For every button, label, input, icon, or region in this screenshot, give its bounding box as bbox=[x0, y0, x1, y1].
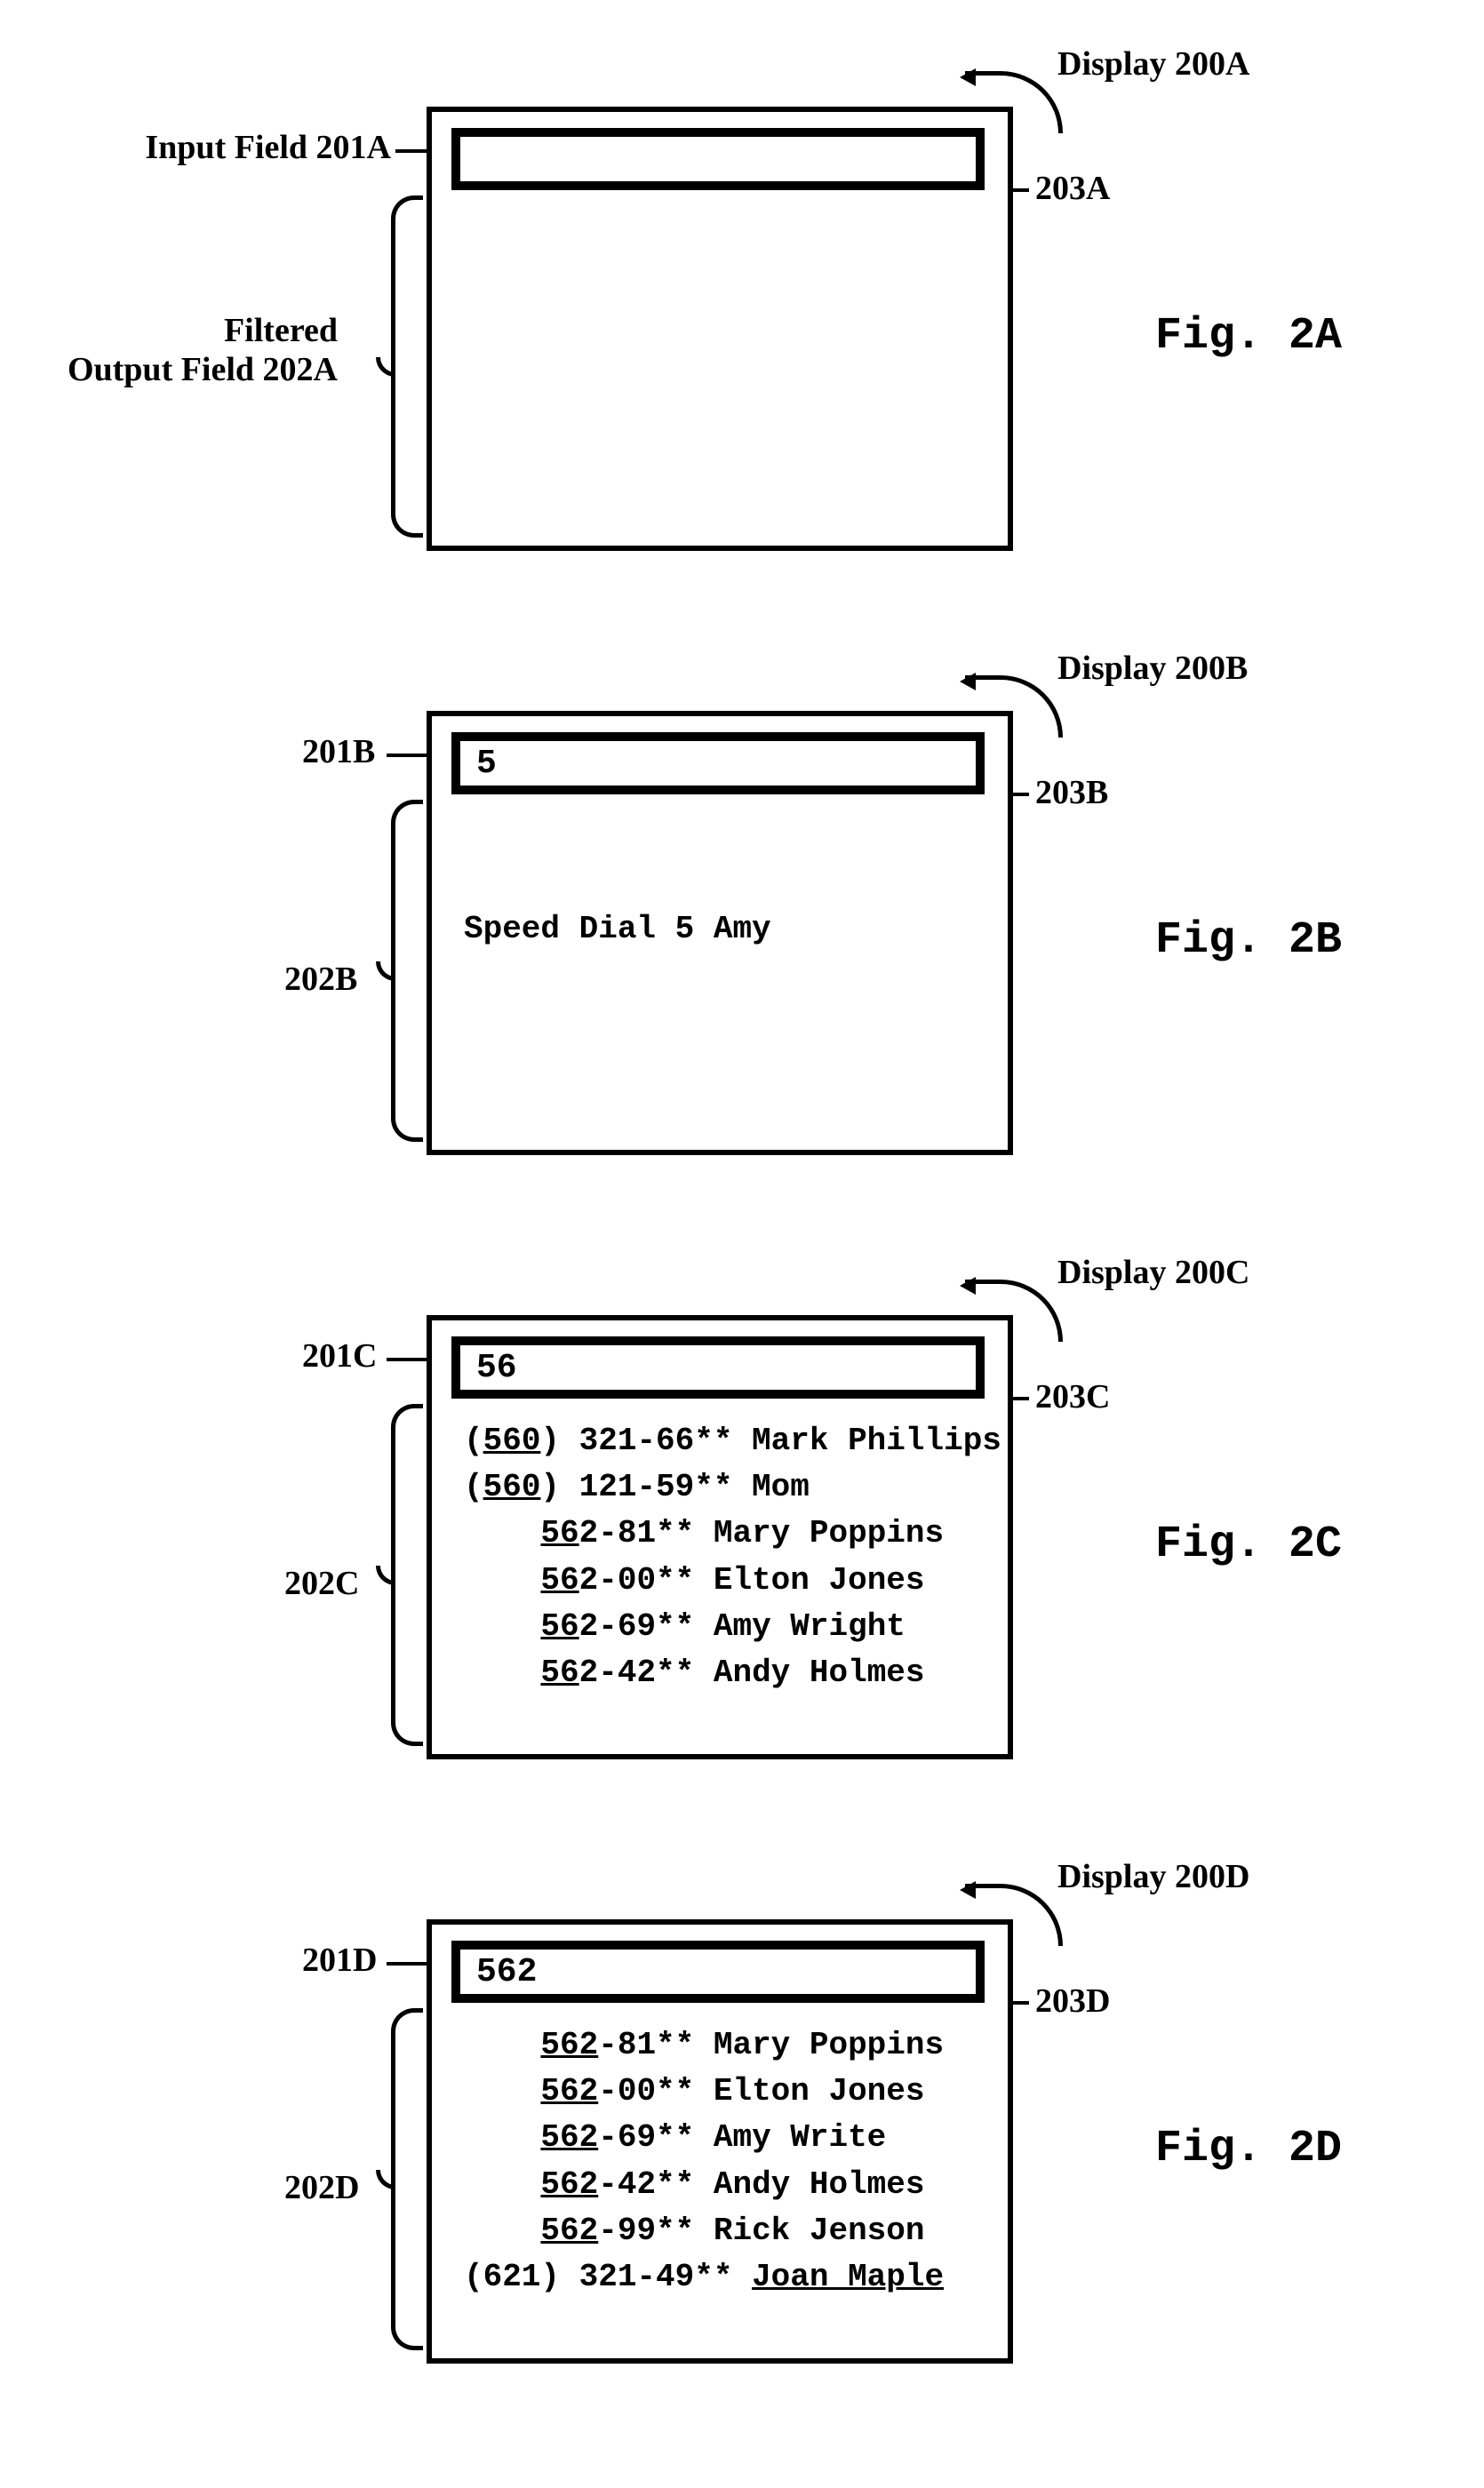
output-field-label: 202D bbox=[284, 2168, 359, 2207]
output-list: (560) 321-66** Mark Phillips(560) 121-59… bbox=[464, 1418, 1001, 1696]
brace-icon bbox=[391, 2008, 423, 2350]
list-item[interactable]: 562-81** Mary Poppins bbox=[464, 2022, 944, 2069]
output-field-label: Filtered Output Field 202A bbox=[44, 311, 338, 389]
display-callout-label: Display 200A bbox=[1057, 44, 1249, 84]
brace-icon bbox=[391, 800, 423, 1142]
list-item[interactable]: (560) 321-66** Mark Phillips bbox=[464, 1418, 1001, 1464]
figure-title: Fig. 2D bbox=[1155, 2124, 1342, 2174]
brace-icon bbox=[391, 195, 423, 538]
input-field[interactable] bbox=[451, 128, 985, 190]
list-item[interactable]: 562-69** Amy Wright bbox=[464, 1604, 1001, 1650]
display-box: 56 (560) 321-66** Mark Phillips(560) 121… bbox=[427, 1315, 1013, 1759]
input-field-label: Input Field 201A bbox=[98, 128, 391, 167]
cursor-label: 203B bbox=[1035, 773, 1108, 812]
output-field-label: 202B bbox=[284, 960, 357, 999]
display-box: 5 Speed Dial 5 Amy bbox=[427, 711, 1013, 1155]
list-item[interactable]: Speed Dial 5 Amy bbox=[464, 906, 771, 953]
figure-2a: Display 200A Input Field 201A Filtered O… bbox=[36, 36, 1448, 604]
input-field-label: 201D bbox=[302, 1941, 377, 1980]
output-list: 562-81** Mary Poppins 562-00** Elton Jon… bbox=[464, 2022, 944, 2301]
list-item[interactable]: 562-69** Amy Write bbox=[464, 2115, 944, 2161]
input-field[interactable]: 5 bbox=[451, 732, 985, 794]
cursor-label: 203C bbox=[1035, 1377, 1110, 1416]
list-item[interactable]: 562-00** Elton Jones bbox=[464, 2069, 944, 2115]
output-list: Speed Dial 5 Amy bbox=[464, 814, 771, 1046]
list-item[interactable]: (621) 321-49** Joan Maple bbox=[464, 2254, 944, 2301]
display-box bbox=[427, 107, 1013, 551]
brace-icon bbox=[391, 1404, 423, 1746]
display-callout-label: Display 200D bbox=[1057, 1857, 1249, 1896]
input-field[interactable]: 562 bbox=[451, 1941, 985, 2003]
cursor-label: 203A bbox=[1035, 169, 1110, 208]
figure-title: Fig. 2A bbox=[1155, 311, 1342, 362]
list-item[interactable]: 562-42** Andy Holmes bbox=[464, 1650, 1001, 1696]
cursor-label: 203D bbox=[1035, 1982, 1110, 2021]
list-item[interactable]: 562-81** Mary Poppins bbox=[464, 1511, 1001, 1557]
figure-title: Fig. 2B bbox=[1155, 915, 1342, 966]
figure-2b: Display 200B 201B 202B 203B 5 Speed Dial… bbox=[36, 640, 1448, 1208]
display-callout-label: Display 200C bbox=[1057, 1253, 1249, 1292]
figure-2d: Display 200D 201D 202D 203D 562 562-81**… bbox=[36, 1848, 1448, 2417]
output-field-label: 202C bbox=[284, 1564, 359, 1603]
display-box: 562 562-81** Mary Poppins 562-00** Elton… bbox=[427, 1919, 1013, 2364]
figure-2c: Display 200C 201C 202C 203C 56 (560) 321… bbox=[36, 1244, 1448, 1813]
list-item[interactable]: 562-99** Rick Jenson bbox=[464, 2208, 944, 2254]
list-item[interactable]: (560) 121-59** Mom bbox=[464, 1464, 1001, 1511]
list-item[interactable]: 562-00** Elton Jones bbox=[464, 1558, 1001, 1604]
display-callout-label: Display 200B bbox=[1057, 649, 1248, 688]
input-field-label: 201B bbox=[302, 732, 375, 771]
figure-title: Fig. 2C bbox=[1155, 1519, 1342, 1570]
list-item[interactable]: 562-42** Andy Holmes bbox=[464, 2162, 944, 2208]
input-field[interactable]: 56 bbox=[451, 1336, 985, 1399]
input-field-label: 201C bbox=[302, 1336, 377, 1376]
